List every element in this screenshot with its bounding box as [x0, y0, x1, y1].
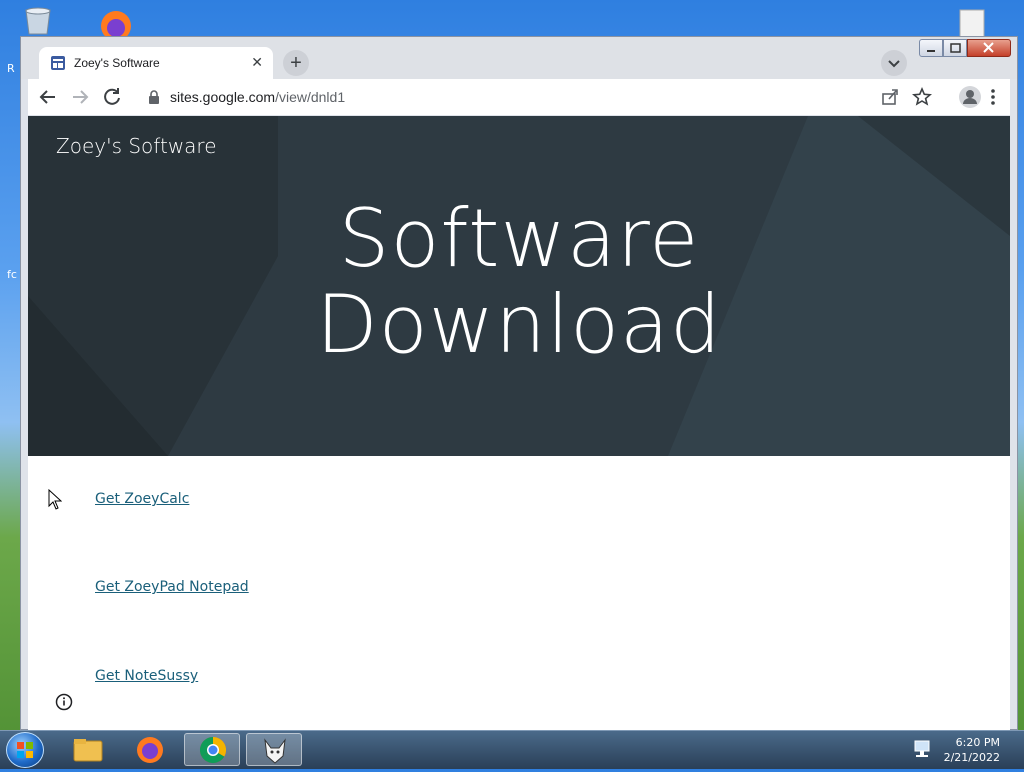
desktop-icon-label-partial: fc: [7, 268, 17, 281]
taskbar-app-fox[interactable]: [246, 733, 302, 766]
url-host: sites.google.com: [170, 89, 276, 105]
chrome-icon: [199, 736, 227, 764]
page-title: Software Download: [28, 196, 1010, 368]
tab-strip: Zoey's Software ✕ +: [21, 37, 1017, 79]
profile-avatar[interactable]: [959, 86, 981, 108]
lock-icon: [148, 90, 160, 109]
fox-app-icon: [264, 738, 286, 764]
share-icon: [882, 89, 898, 105]
desktop-icon-label-partial: R: [7, 62, 15, 75]
taskbar: 6:20 PM 2/21/2022: [0, 730, 1024, 769]
mouse-pointer-icon: [48, 488, 63, 516]
address-bar[interactable]: sites.google.com/view/dnld1: [140, 83, 948, 111]
taskbar-chrome[interactable]: [184, 733, 240, 766]
site-name[interactable]: Zoey's Software: [56, 134, 217, 158]
restore-button[interactable]: [943, 39, 967, 57]
clock-date: 2/21/2022: [943, 751, 1000, 764]
page-title-line-1: Software: [338, 192, 700, 285]
page-viewport: Zoey's Software Software Download Get Zo…: [28, 116, 1010, 730]
link-get-notesussy[interactable]: Get NoteSussy: [95, 668, 198, 684]
back-button[interactable]: [36, 85, 60, 109]
person-icon: [963, 90, 977, 104]
arrow-right-icon: [73, 90, 89, 104]
system-clock[interactable]: 6:20 PM 2/21/2022: [944, 735, 1000, 765]
arrow-left-icon: [39, 90, 55, 104]
url-text: sites.google.com/view/dnld1: [170, 89, 345, 105]
browser-toolbar: sites.google.com/view/dnld1: [28, 79, 1010, 115]
tab-search-button[interactable]: [881, 50, 907, 76]
page-title-line-2: Download: [316, 278, 722, 371]
taskbar-file-explorer[interactable]: [60, 733, 116, 766]
folder-icon: [73, 739, 103, 762]
share-button[interactable]: [878, 85, 902, 109]
taskbar-firefox[interactable]: [122, 733, 178, 766]
start-button[interactable]: [6, 732, 44, 768]
star-icon: [912, 86, 932, 106]
close-window-button[interactable]: [967, 39, 1011, 57]
url-path: /view/dnld1: [275, 89, 346, 105]
info-icon[interactable]: [55, 693, 73, 716]
menu-button[interactable]: [981, 85, 1005, 109]
firefox-icon: [137, 737, 163, 763]
forward-button[interactable]: [68, 85, 92, 109]
bookmark-button[interactable]: [910, 85, 934, 109]
minimize-button[interactable]: [919, 39, 943, 57]
reload-icon: [104, 88, 120, 105]
hero-banner: Zoey's Software Software Download: [28, 116, 1010, 456]
reload-button[interactable]: [100, 85, 124, 109]
close-tab-icon[interactable]: ✕: [251, 54, 263, 71]
link-get-zoeypad-notepad[interactable]: Get ZoeyPad Notepad: [95, 579, 249, 595]
more-vert-icon: [991, 89, 995, 105]
tab-title: Zoey's Software: [74, 56, 160, 70]
tab-zoeys-software[interactable]: Zoey's Software ✕: [39, 47, 273, 79]
clock-time: 6:20 PM: [955, 736, 1000, 749]
browser-window: Zoey's Software ✕ + sites.google.com/vie…: [20, 36, 1018, 730]
windows-logo-icon: [17, 742, 33, 758]
network-tray-icon[interactable]: [913, 739, 931, 764]
link-get-zoeycalc[interactable]: Get ZoeyCalc: [95, 491, 189, 507]
new-tab-button[interactable]: +: [283, 50, 309, 76]
chevron-down-icon: [888, 60, 900, 68]
sites-page-icon: [51, 56, 65, 70]
